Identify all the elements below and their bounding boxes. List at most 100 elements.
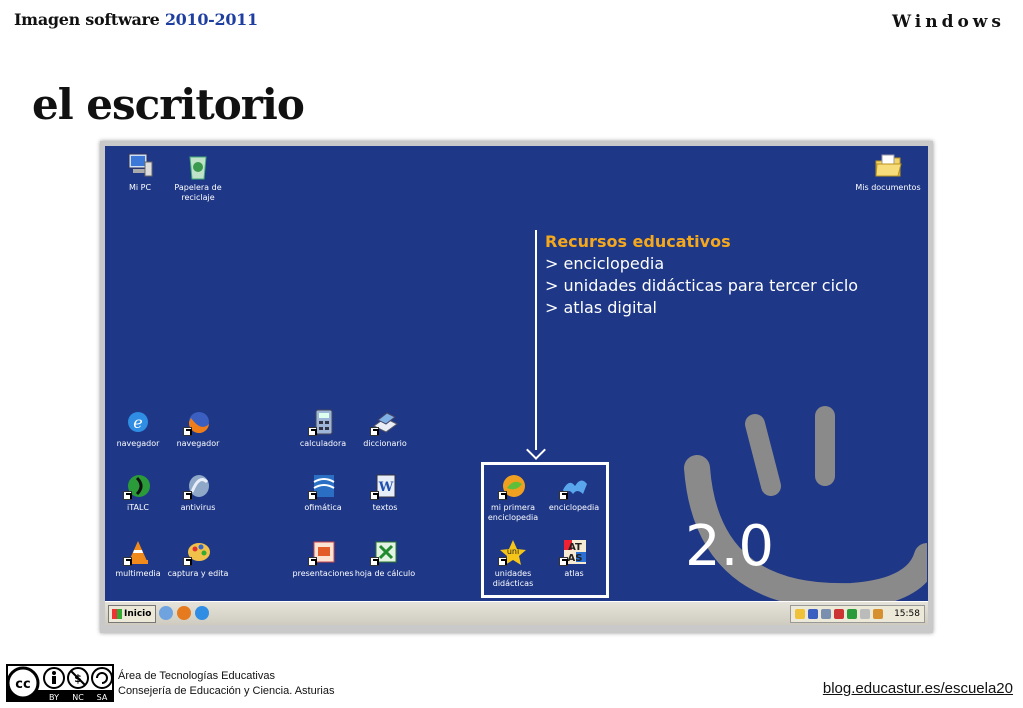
antivirus-shortcut[interactable]: antivirus (163, 472, 233, 513)
encyclopedia-shortcut[interactable]: enciclopedia (539, 472, 609, 513)
antivirus-label: antivirus (180, 503, 216, 512)
quicklaunch-browser-icon[interactable] (159, 606, 173, 620)
tray-italc-icon[interactable] (847, 609, 857, 619)
shortcut-arrow-icon (123, 491, 132, 500)
footer-credits: Área de Tecnologías Educativas Consejerí… (118, 669, 334, 699)
spreadsheet-label: hoja de cálculo (354, 569, 416, 578)
svg-text:e: e (133, 413, 142, 432)
antivirus-icon (183, 472, 213, 500)
footer-ministry-name: Consejería de Educación y Ciencia. Astur… (118, 685, 335, 697)
windows-logo-icon (112, 609, 122, 619)
shortcut-arrow-icon (498, 557, 507, 566)
svg-text:AS: AS (568, 553, 583, 564)
spreadsheet-icon (370, 538, 400, 566)
shortcut-arrow-icon (370, 427, 379, 436)
atlas-label: atlas (564, 569, 584, 578)
calculator-label: calculadora (299, 439, 347, 448)
shortcut-arrow-icon (498, 491, 507, 500)
browser-firefox-shortcut[interactable]: navegador (163, 408, 233, 449)
footer-area-name: Área de Tecnologías Educativas (118, 670, 275, 682)
recycle-bin-label: Papelera de reciclaje (174, 183, 222, 202)
header-os-name: Windows (891, 12, 1005, 32)
taskbar: Inicio 15:58 (105, 601, 928, 625)
first-encyclopedia-label: mi primera enciclopedia (487, 503, 539, 522)
office-suite-shortcut[interactable]: ofimática (288, 472, 358, 513)
italc-icon (123, 472, 153, 500)
calculator-shortcut[interactable]: calculadora (288, 408, 358, 449)
tray-update-icon[interactable] (873, 609, 883, 619)
svg-text:W: W (378, 480, 394, 495)
desktop-area: Mi PC Papelera de reciclaje Mis document… (105, 146, 928, 601)
text-editor-shortcut[interactable]: W textos (350, 472, 420, 513)
calculator-icon (308, 408, 338, 436)
capture-edit-label: captura y edita (167, 569, 229, 578)
tray-chat-icon[interactable] (860, 609, 870, 619)
tray-alert-icon[interactable] (834, 609, 844, 619)
encyclopedia-icon (559, 472, 589, 500)
spreadsheet-shortcut[interactable]: hoja de cálculo (350, 538, 420, 579)
footer-blog-link[interactable]: blog.educastur.es/escuela20 (823, 680, 1013, 697)
shortcut-arrow-icon (559, 557, 568, 566)
tray-security-icon[interactable] (808, 609, 818, 619)
shortcut-arrow-icon (183, 557, 192, 566)
browser-firefox-label: navegador (176, 439, 220, 448)
atlas-shortcut[interactable]: AT AS atlas (539, 538, 609, 579)
cc-nc-text: NC (72, 693, 84, 702)
quicklaunch-ie-icon[interactable] (195, 606, 209, 620)
shortcut-arrow-icon (123, 557, 132, 566)
taskbar-clock: 15:58 (894, 609, 920, 619)
didactic-units-icon: uni (498, 538, 528, 566)
firefox-icon (183, 408, 213, 436)
dictionary-label: diccionario (363, 439, 407, 448)
desktop-screenshot: Mi PC Papelera de reciclaje Mis document… (100, 141, 933, 633)
header-course-title: Imagen software 2010-2011 (14, 10, 258, 29)
folder-icon (873, 152, 903, 180)
start-button[interactable]: Inicio (108, 605, 157, 623)
system-tray: 15:58 (790, 605, 925, 623)
internet-explorer-icon: e (123, 408, 153, 436)
tray-network-icon[interactable] (821, 609, 831, 619)
office-suite-label: ofimática (304, 503, 342, 512)
text-document-icon: W (370, 472, 400, 500)
annotation-arrow-line (535, 230, 537, 450)
resources-note: Recursos educativos > enciclopedia > uni… (545, 231, 858, 319)
shortcut-arrow-icon (308, 491, 317, 500)
computer-icon (125, 152, 155, 180)
capture-edit-shortcut[interactable]: captura y edita (163, 538, 233, 579)
shortcut-arrow-icon (308, 427, 317, 436)
svg-text:uni: uni (507, 547, 519, 556)
svg-text:AT: AT (568, 542, 582, 553)
dictionary-shortcut[interactable]: diccionario (350, 408, 420, 449)
shortcut-arrow-icon (370, 557, 379, 566)
cc-sa-text: SA (97, 693, 108, 702)
resources-item-units: > unidades didácticas para tercer ciclo (545, 276, 859, 295)
start-button-label: Inicio (124, 609, 152, 619)
shortcut-arrow-icon (183, 427, 192, 436)
shortcut-arrow-icon (559, 491, 568, 500)
tray-folder-icon[interactable] (795, 609, 805, 619)
annotation-arrow-head (526, 440, 546, 460)
slide-title: el escritorio (32, 80, 305, 129)
recycle-bin-icon (183, 152, 213, 180)
header-course-year: 2010-2011 (164, 10, 258, 29)
didactic-units-shortcut[interactable]: uni unidades didácticas (478, 538, 548, 589)
cc-by-text: BY (49, 693, 59, 702)
presentations-label: presentaciones (292, 569, 354, 578)
recycle-bin-shortcut[interactable]: Papelera de reciclaje (163, 152, 233, 203)
dictionary-icon (370, 408, 400, 436)
header-course-prefix: Imagen software (14, 10, 165, 29)
quicklaunch-firefox-icon[interactable] (177, 606, 191, 620)
my-documents-label: Mis documentos (855, 183, 921, 192)
presentation-icon (308, 538, 338, 566)
vlc-cone-icon (123, 538, 153, 566)
first-encyclopedia-shortcut[interactable]: mi primera enciclopedia (478, 472, 548, 523)
my-documents-shortcut[interactable]: Mis documentos (853, 152, 923, 193)
resources-item-encyclopedia: > enciclopedia (545, 254, 665, 273)
resources-item-atlas: > atlas digital (545, 298, 657, 317)
shortcut-arrow-icon (370, 491, 379, 500)
office-suite-icon (308, 472, 338, 500)
didactic-units-label: unidades didácticas (492, 569, 534, 588)
first-encyclopedia-icon (498, 472, 528, 500)
presentations-shortcut[interactable]: presentaciones (288, 538, 358, 579)
shortcut-arrow-icon (308, 557, 317, 566)
